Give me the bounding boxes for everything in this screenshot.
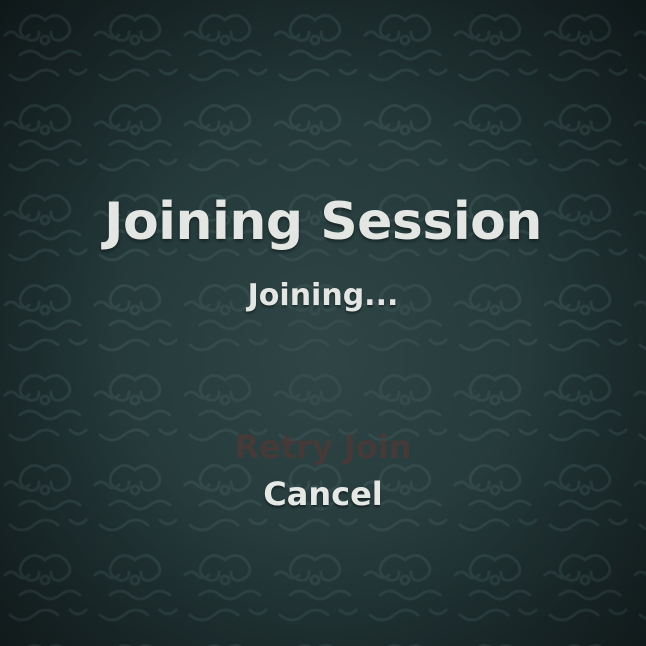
retry-join-button: Retry Join xyxy=(228,428,417,466)
join-status-text: Joining... xyxy=(247,278,399,313)
background-pattern xyxy=(0,0,646,646)
dialog-title: Joining Session xyxy=(104,192,542,252)
cancel-button[interactable]: Cancel xyxy=(257,475,389,513)
joining-session-screen: Joining Session Joining... Retry Join Ca… xyxy=(0,0,646,646)
